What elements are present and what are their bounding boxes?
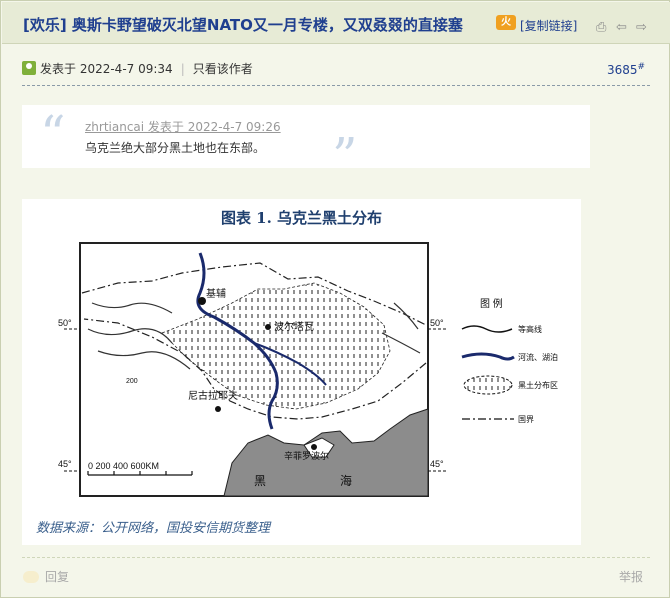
legend-soil: 黑土分布区 (518, 380, 558, 390)
poltava-marker (265, 324, 271, 330)
post-meta: 发表于 2022-4-7 09:34 | 只看该作者 (22, 60, 253, 77)
hot-badge-icon: 火 (496, 15, 516, 30)
reply-label: 回复 (45, 570, 70, 584)
post-time: 发表于 2022-4-7 09:34 (40, 62, 173, 76)
lat50-right-label: 50° (430, 318, 444, 328)
quote-open-icon: “ (40, 105, 66, 163)
black-sea-label-left: 黑 (254, 474, 266, 488)
poltava-label: 波尔塔瓦 (274, 320, 314, 333)
legend-soil-symbol (463, 375, 513, 395)
legend-contour: 等高线 (518, 324, 542, 334)
footer-divider (22, 557, 650, 558)
black-soil-map: 基辅 波尔塔瓦 尼古拉耶夫 辛菲罗波尔 黑 海 50° 50° 45° 45° … (58, 242, 558, 497)
black-sea-label-right: 海 (340, 473, 352, 488)
thread-tools: ⎙ ⇦ ⇨ (596, 16, 656, 35)
scale-label: 0 200 400 600KM (88, 461, 159, 471)
reply-button[interactable]: 回复 (23, 568, 69, 585)
floor-mark: # (637, 62, 646, 72)
title-bar: [欢乐] 奥斯卡野望破灭北望NATO又一月专楼，又双叒叕的直接塞 火 [复制链接… (2, 2, 670, 44)
simferopol-marker (311, 444, 317, 450)
simferopol-label: 辛菲罗波尔 (284, 450, 329, 461)
prev-icon[interactable]: ⇦ (616, 21, 630, 35)
meta-divider (22, 85, 650, 86)
user-online-icon (22, 61, 36, 75)
legend-river-symbol (461, 352, 515, 361)
legend-title: 图 例 (480, 297, 503, 310)
legend-border: 国界 (518, 415, 534, 424)
post-title: [欢乐] 奥斯卡野望破灭北望NATO又一月专楼，又双叒叕的直接塞 (23, 16, 463, 34)
copy-link-button[interactable]: [复制链接] (520, 17, 577, 34)
kyiv-label: 基辅 (206, 287, 226, 300)
attached-figure[interactable]: 图表 1. 乌克兰黑土分布 基辅 波尔塔瓦 尼古拉耶夫 辛菲罗波尔 黑 海 50… (22, 199, 581, 545)
next-icon[interactable]: ⇨ (636, 21, 650, 35)
post-container: [欢乐] 奥斯卡野望破灭北望NATO又一月专楼，又双叒叕的直接塞 火 [复制链接… (0, 0, 670, 598)
quote-close-icon: ” (332, 127, 358, 185)
kyiv-marker (198, 297, 206, 305)
only-author-link[interactable]: 只看该作者 (193, 62, 253, 76)
print-icon[interactable]: ⎙ (596, 21, 610, 35)
floor-number[interactable]: 3685# (607, 62, 645, 77)
quote-block: “ zhrtiancai 发表于 2022-4-7 09:26 乌克兰绝大部分黑… (22, 105, 590, 181)
quote-text: 乌克兰绝大部分黑土地也在东部。 (85, 141, 266, 155)
figure-title: 图表 1. 乌克兰黑土分布 (220, 209, 383, 227)
quote-author-link[interactable]: zhrtiancai 发表于 2022-4-7 09:26 (85, 118, 281, 135)
legend-river: 河流、湖泊 (518, 352, 558, 362)
lat45-right-label: 45° (430, 459, 444, 469)
report-button[interactable]: 举报 (619, 568, 643, 585)
reply-icon (23, 571, 39, 583)
figure-source: 数据来源：公开网络，国投安信期货整理 (36, 521, 271, 536)
lat45-left-label: 45° (58, 459, 72, 469)
lat50-left-label: 50° (58, 318, 72, 328)
floor-number-value: 3685 (607, 63, 638, 77)
legend-contour-symbol (461, 325, 513, 333)
contour-value-label: 200 (126, 378, 138, 385)
separator: | (180, 62, 185, 76)
mykolaiv-label: 尼古拉耶夫 (188, 389, 238, 402)
mykolaiv-marker (215, 406, 221, 412)
